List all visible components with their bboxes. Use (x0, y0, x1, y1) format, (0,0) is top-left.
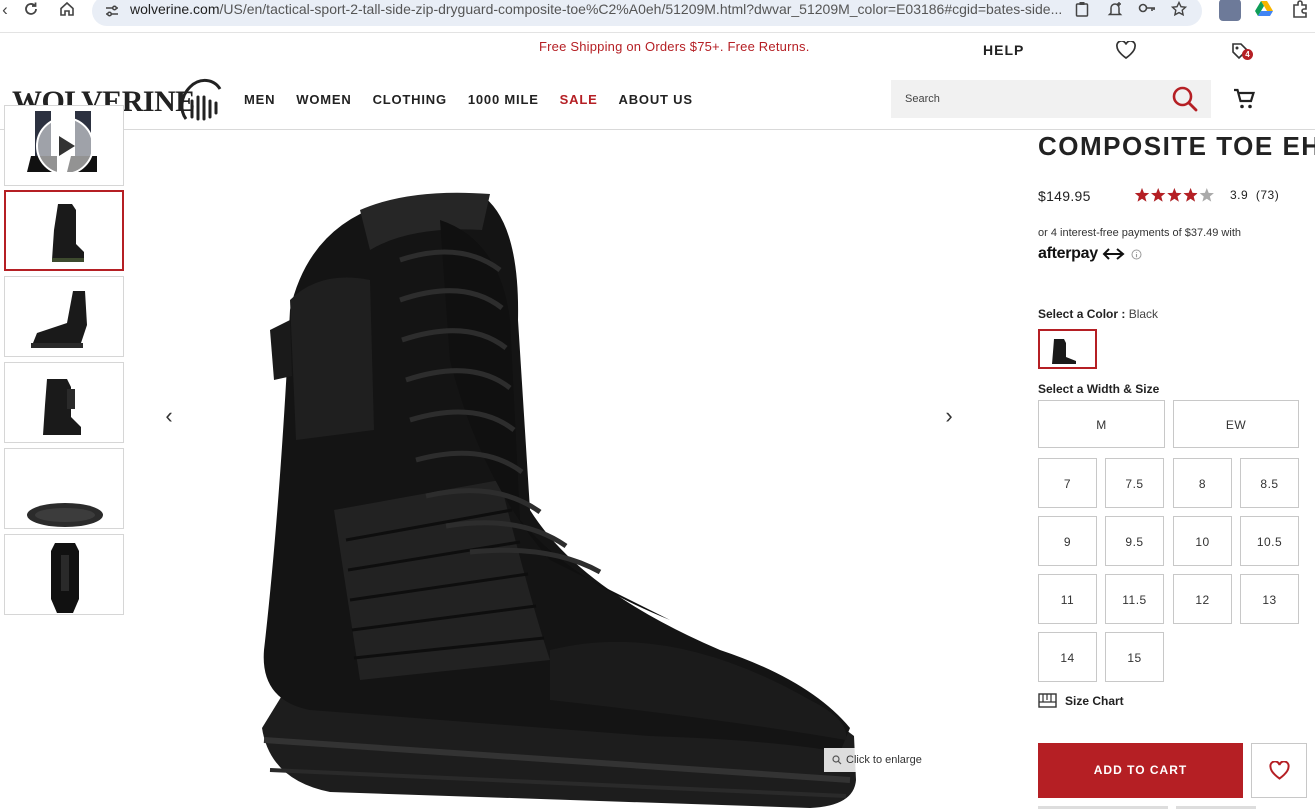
size-option[interactable]: 8 (1173, 458, 1232, 508)
prev-image-chevron-left-icon[interactable]: ‹ (162, 405, 176, 427)
size-option[interactable]: 9.5 (1105, 516, 1164, 566)
nav-men[interactable]: MEN (244, 92, 275, 107)
size-option[interactable]: 10 (1173, 516, 1232, 566)
thumbnail-video[interactable] (4, 105, 124, 186)
help-link[interactable]: HELP (983, 42, 1024, 58)
afterpay-logo[interactable]: afterpay (1038, 244, 1148, 266)
installments-text: or 4 interest-free payments of $37.49 wi… (1038, 227, 1241, 239)
nav-clothing[interactable]: CLOTHING (373, 92, 447, 107)
size-label: Select a Width & Size (1038, 382, 1160, 396)
nav-about-us[interactable]: ABOUT US (619, 92, 693, 107)
promo-banner[interactable]: Free Shipping on Orders $75+. Free Retur… (539, 39, 810, 54)
back-icon[interactable]: ‹ (0, 0, 18, 20)
address-bar[interactable]: wolverine.com/US/en/tactical-sport-2-tal… (92, 0, 1202, 26)
size-option[interactable]: 13 (1240, 574, 1299, 624)
password-key-icon[interactable] (1137, 1, 1157, 21)
header-divider (0, 129, 1315, 130)
product-main-image[interactable] (250, 180, 870, 809)
size-option[interactable]: 10.5 (1240, 516, 1299, 566)
width-option-m[interactable]: M (1038, 400, 1165, 448)
rating-value: 3.9 (1230, 188, 1249, 202)
rating-star (1167, 188, 1182, 202)
color-label: Select a Color : Black (1038, 307, 1159, 321)
rating-star (1151, 188, 1166, 202)
site-settings-icon[interactable] (104, 3, 120, 19)
add-to-wishlist-button[interactable] (1251, 743, 1307, 798)
size-option[interactable]: 11.5 (1105, 574, 1164, 624)
size-option[interactable]: 8.5 (1240, 458, 1299, 508)
bookmark-star-icon[interactable] (1169, 0, 1189, 21)
nav-women[interactable]: WOMEN (296, 92, 351, 107)
ruler-chart-icon (1038, 693, 1057, 708)
thumbnail-5[interactable] (4, 534, 124, 615)
search-input[interactable] (891, 80, 1161, 118)
notification-add-icon[interactable] (1105, 1, 1125, 21)
color-swatch-black[interactable] (1038, 329, 1097, 369)
thumbnail-1[interactable] (4, 190, 124, 271)
size-option[interactable]: 12 (1173, 574, 1232, 624)
product-price: $149.95 (1038, 188, 1091, 204)
search-icon[interactable] (1171, 85, 1199, 113)
claw-logo-icon (180, 79, 222, 121)
clipboard-icon[interactable] (1072, 1, 1092, 21)
product-title: COMPOSITE TOE EH (1038, 131, 1315, 161)
thumbnail-3[interactable] (4, 362, 124, 443)
click-to-enlarge[interactable]: Click to enlarge (824, 748, 944, 772)
next-image-chevron-right-icon[interactable]: › (942, 405, 956, 427)
width-option-ew[interactable]: EW (1173, 400, 1299, 448)
wishlist-heart-icon[interactable] (1116, 41, 1136, 59)
reload-icon[interactable] (18, 0, 44, 20)
selected-color: Black (1128, 307, 1159, 321)
rating-summary[interactable]: 3.9 (73) (1230, 188, 1279, 202)
heart-icon (1269, 761, 1290, 780)
extension-puzzle-grid-icon[interactable] (1219, 0, 1241, 21)
google-drive-icon[interactable] (1254, 0, 1276, 21)
url-text[interactable]: wolverine.com/US/en/tactical-sport-2-tal… (130, 1, 1065, 17)
home-icon[interactable] (54, 0, 80, 20)
size-option[interactable]: 14 (1038, 632, 1097, 682)
nav-1000-mile[interactable]: 1000 MILE (468, 92, 539, 107)
rating-star (1134, 188, 1150, 202)
add-to-cart-button[interactable]: ADD TO CART (1038, 743, 1243, 798)
thumbnail-2[interactable] (4, 276, 124, 357)
size-option[interactable]: 15 (1105, 632, 1164, 682)
afterpay-arrows-icon (1102, 248, 1125, 260)
size-chart-link[interactable]: Size Chart (1038, 692, 1124, 710)
size-option[interactable]: 11 (1038, 574, 1097, 624)
search-box (891, 80, 1211, 118)
browser-toolbar: ‹ wolverine.com/US/en/tactical-sport-2-t… (0, 0, 1315, 33)
rating-count: (73) (1255, 188, 1280, 202)
info-icon[interactable] (1131, 249, 1142, 260)
thumbnail-4[interactable] (4, 448, 124, 529)
zoom-magnifier-icon (832, 755, 842, 765)
size-option[interactable]: 7.5 (1105, 458, 1164, 508)
store-count-badge: 4 (1242, 49, 1253, 60)
rating-star (1199, 188, 1214, 202)
rating-star (1183, 188, 1198, 202)
cart-icon[interactable] (1233, 88, 1255, 110)
size-option[interactable]: 9 (1038, 516, 1097, 566)
nav-sale[interactable]: SALE (560, 92, 598, 107)
extensions-icon[interactable] (1290, 0, 1312, 21)
main-navigation: MEN WOMEN CLOTHING 1000 MILE SALE ABOUT … (244, 92, 714, 107)
size-option[interactable]: 7 (1038, 458, 1097, 508)
rating-stars[interactable] (1134, 187, 1216, 203)
